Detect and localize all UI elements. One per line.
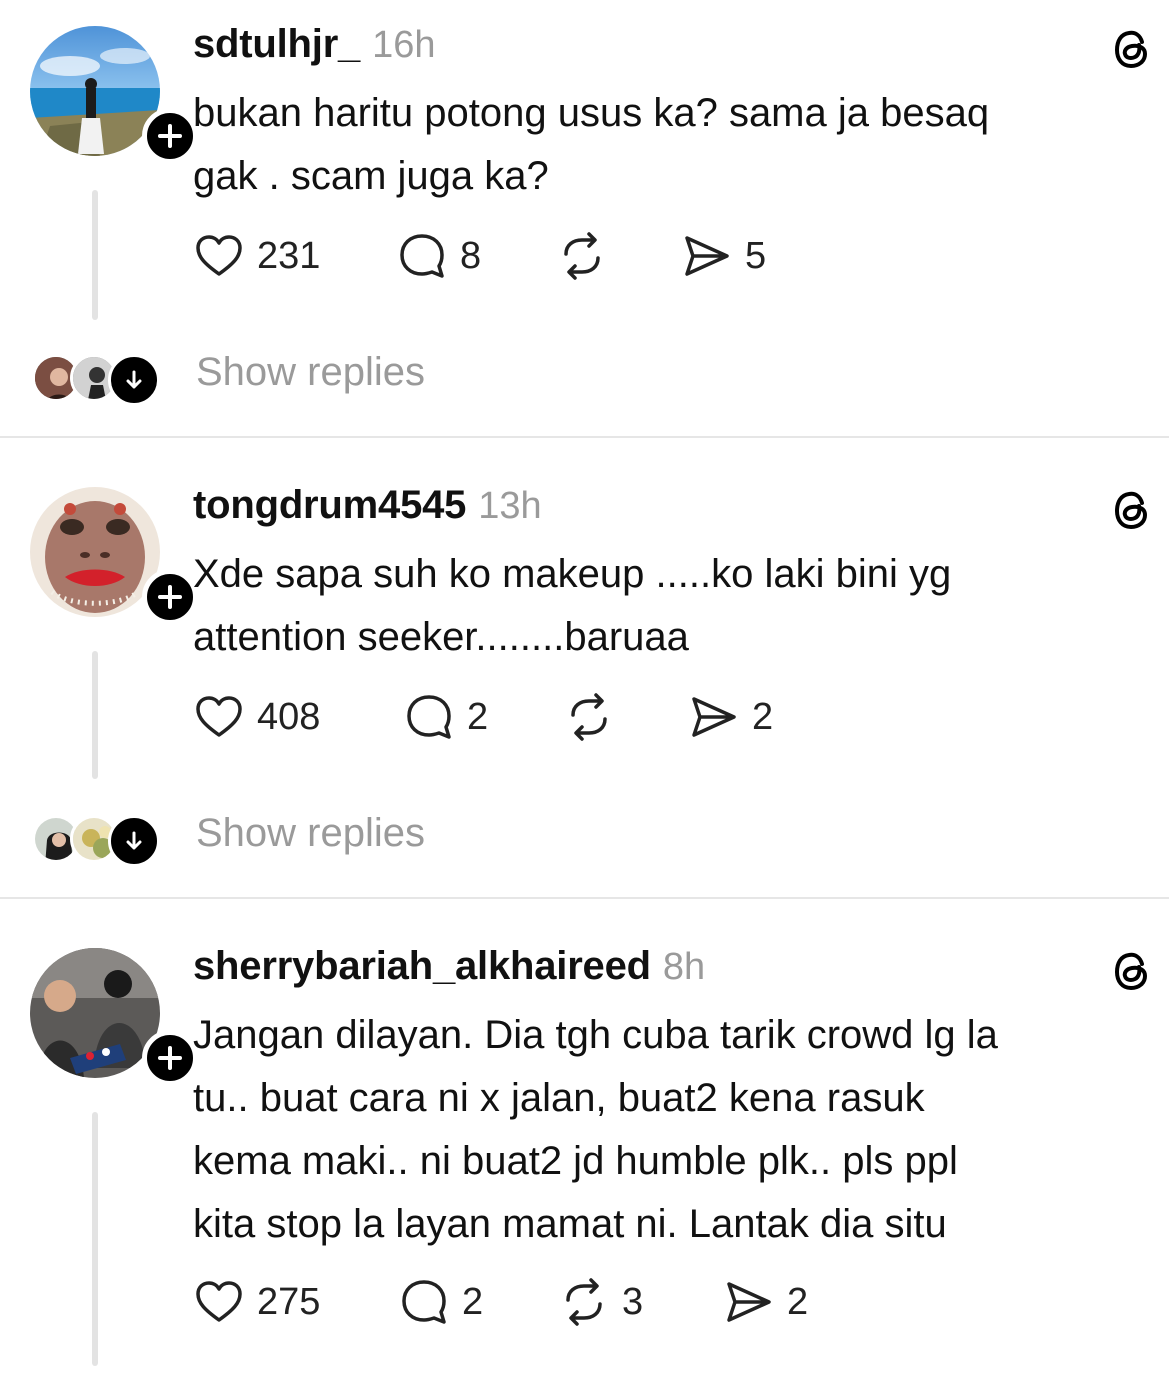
repost-count: 3 xyxy=(622,1280,644,1323)
share-button[interactable]: 2 xyxy=(723,1276,808,1328)
share-button[interactable]: 2 xyxy=(688,691,773,743)
post-content: sherrybariah_alkhaireed 8h Jangan dilaya… xyxy=(193,944,1133,1332)
follow-plus-button[interactable] xyxy=(142,1030,198,1086)
beach-landscape-photo-icon xyxy=(30,26,160,156)
post-text-line: gak . scam juga ka? xyxy=(193,154,549,198)
action-bar: 408 2 2 xyxy=(193,687,1133,747)
like-count: 231 xyxy=(257,234,321,277)
thread-line xyxy=(92,651,98,779)
comment-button[interactable]: 2 xyxy=(398,1276,558,1328)
avatar-3[interactable] xyxy=(30,948,198,1086)
heart-icon xyxy=(196,235,242,276)
like-count: 408 xyxy=(257,695,321,738)
hippo-face-photo-icon xyxy=(30,487,160,617)
comment-bubble-icon xyxy=(402,1280,446,1324)
username[interactable]: tongdrum4545 xyxy=(193,483,466,528)
arrow-down-icon xyxy=(126,370,142,389)
like-button[interactable]: 275 xyxy=(193,1276,398,1328)
action-bar: 231 8 5 xyxy=(193,226,1133,286)
username[interactable]: sherrybariah_alkhaireed xyxy=(193,944,651,989)
show-replies-link[interactable]: Show replies xyxy=(196,350,425,395)
share-count: 5 xyxy=(745,234,767,277)
show-replies-link[interactable]: Show replies xyxy=(196,811,425,856)
post-content: tongdrum4545 13h Xde sapa suh ko makeup … xyxy=(193,483,1133,747)
comment-count: 2 xyxy=(462,1280,484,1323)
send-icon xyxy=(685,236,729,276)
follow-plus-button[interactable] xyxy=(142,569,198,625)
avatar-1[interactable] xyxy=(30,26,198,164)
share-count: 2 xyxy=(787,1280,809,1323)
show-replies-row[interactable]: Show replies xyxy=(0,350,1169,414)
comment-bubble-icon xyxy=(400,234,444,278)
comment-count: 2 xyxy=(467,695,489,738)
plus-icon xyxy=(158,124,182,148)
timestamp: 13h xyxy=(478,485,542,527)
repost-icon xyxy=(571,693,607,741)
post-text-line: tu.. buat cara ni x jalan, buat2 kena ra… xyxy=(193,1076,925,1120)
post-content: sdtulhjr_ 16h bukan haritu potong usus k… xyxy=(193,22,1133,286)
post-text-line: Jangan dilayan. Dia tgh cuba tarik crowd… xyxy=(193,1013,998,1057)
divider xyxy=(0,897,1169,899)
username[interactable]: sdtulhjr_ xyxy=(193,22,360,67)
divider xyxy=(0,436,1169,438)
comment-button[interactable]: 2 xyxy=(403,691,563,743)
heart-icon xyxy=(196,696,242,737)
avatar-2[interactable] xyxy=(30,487,198,625)
post-text-line: attention seeker........baruaa xyxy=(193,615,689,659)
repost-button[interactable] xyxy=(556,230,681,282)
plus-icon xyxy=(158,585,182,609)
expand-replies-button[interactable] xyxy=(108,354,160,406)
share-count: 2 xyxy=(752,695,774,738)
show-replies-row[interactable]: Show replies xyxy=(0,811,1169,875)
post-text-line: kita stop la layan mamat ni. Lantak dia … xyxy=(193,1202,947,1246)
post-3: sherrybariah_alkhaireed 8h Jangan dilaya… xyxy=(0,922,1169,1374)
comment-button[interactable]: 8 xyxy=(396,230,556,282)
post-text: Xde sapa suh ko makeup .....ko laki bini… xyxy=(193,543,1133,669)
repost-icon xyxy=(564,232,600,280)
post-text: Jangan dilayan. Dia tgh cuba tarik crowd… xyxy=(193,1004,1133,1256)
send-icon xyxy=(727,1282,771,1322)
thread-line xyxy=(92,1112,98,1366)
threads-logo-icon[interactable] xyxy=(1109,948,1155,994)
like-count: 275 xyxy=(257,1280,321,1323)
post-1: sdtulhjr_ 16h bukan haritu potong usus k… xyxy=(0,0,1169,436)
timestamp: 16h xyxy=(372,24,436,66)
repost-icon xyxy=(566,1278,602,1326)
people-group-photo-icon xyxy=(30,948,160,1078)
thread-line xyxy=(92,190,98,320)
like-button[interactable]: 231 xyxy=(193,230,396,282)
like-button[interactable]: 408 xyxy=(193,691,403,743)
expand-replies-button[interactable] xyxy=(108,815,160,867)
comment-count: 8 xyxy=(460,234,482,277)
repost-button[interactable] xyxy=(563,691,688,743)
post-text-line: Xde sapa suh ko makeup .....ko laki bini… xyxy=(193,552,952,596)
repost-button[interactable]: 3 xyxy=(558,1276,723,1328)
follow-plus-button[interactable] xyxy=(142,108,198,164)
plus-icon xyxy=(158,1046,182,1070)
comment-bubble-icon xyxy=(407,695,451,739)
threads-logo-icon[interactable] xyxy=(1109,26,1155,72)
heart-icon xyxy=(196,1281,242,1322)
post-text-line: bukan haritu potong usus ka? sama ja bes… xyxy=(193,91,990,135)
arrow-down-icon xyxy=(126,831,142,850)
action-bar: 275 2 3 2 xyxy=(193,1272,1133,1332)
post-text-line: kema maki.. ni buat2 jd humble plk.. pls… xyxy=(193,1139,958,1183)
post-text: bukan haritu potong usus ka? sama ja bes… xyxy=(193,82,1133,208)
share-button[interactable]: 5 xyxy=(681,230,766,282)
post-2: tongdrum4545 13h Xde sapa suh ko makeup … xyxy=(0,461,1169,897)
send-icon xyxy=(692,697,736,737)
threads-logo-icon[interactable] xyxy=(1109,487,1155,533)
timestamp: 8h xyxy=(662,946,706,988)
